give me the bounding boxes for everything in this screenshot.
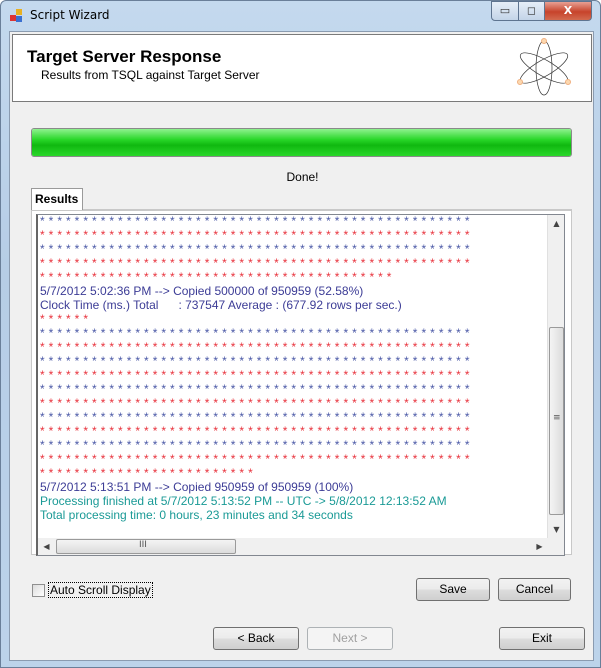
result-line: ****************************************… (40, 242, 474, 256)
progress-fill (32, 129, 571, 156)
result-line: ****************************************… (40, 452, 474, 466)
horizontal-scrollbar[interactable]: ◀ III ▶ (38, 538, 548, 555)
result-line: Processing finished at 5/7/2012 5:13:52 … (40, 494, 447, 508)
result-line: 5/7/2012 5:13:51 PM --> Copied 950959 of… (40, 480, 354, 494)
scroll-right-icon[interactable]: ▶ (531, 538, 548, 555)
wizard-header: Target Server Response Results from TSQL… (12, 34, 592, 102)
save-button[interactable]: Save (416, 578, 490, 601)
scroll-up-icon[interactable]: ▲ (548, 215, 564, 232)
result-line: ****************************************… (40, 410, 474, 424)
exit-button[interactable]: Exit (499, 627, 585, 650)
maximize-button[interactable]: ◻ (518, 1, 545, 21)
result-line: ****************************************… (40, 228, 474, 242)
result-line: ****************************************… (40, 326, 474, 340)
scroll-corner (547, 538, 564, 555)
vertical-scroll-thumb[interactable]: ≡ (549, 327, 564, 515)
back-button[interactable]: < Back (213, 627, 299, 650)
scroll-left-icon[interactable]: ◀ (38, 538, 55, 555)
close-button[interactable]: X (544, 1, 592, 21)
result-line: ****************************************… (40, 354, 474, 368)
minimize-button[interactable]: ▭ (491, 1, 519, 21)
page-subtitle: Results from TSQL against Target Server (41, 68, 260, 82)
cancel-button[interactable]: Cancel (498, 578, 571, 601)
grip-icon: III (139, 540, 147, 550)
auto-scroll-checkbox[interactable] (32, 584, 45, 597)
result-line: ****************************************… (40, 256, 474, 270)
result-line: Total processing time: 0 hours, 23 minut… (40, 508, 353, 522)
next-button: Next > (307, 627, 393, 650)
result-line: ****************************************… (40, 382, 474, 396)
result-line: ************************* (40, 466, 257, 480)
grip-icon: ≡ (553, 413, 561, 423)
horizontal-scroll-thumb[interactable]: III (56, 539, 236, 554)
progress-bar (31, 128, 572, 157)
result-line: ****************************************… (40, 270, 396, 284)
result-line: ****************************************… (40, 340, 474, 354)
vertical-scrollbar[interactable]: ▲ ≡ ▼ (547, 215, 564, 538)
result-line: ****************************************… (40, 396, 474, 410)
result-line: 5/7/2012 5:02:36 PM --> Copied 500000 of… (40, 284, 364, 298)
tab-results[interactable]: Results (31, 188, 83, 210)
result-line: ****************************************… (40, 424, 474, 438)
title-bar[interactable]: Script Wizard ▭ ◻ X (1, 1, 600, 31)
scroll-down-icon[interactable]: ▼ (548, 521, 564, 538)
results-panel: ****************************************… (31, 210, 572, 556)
client-area: Target Server Response Results from TSQL… (9, 31, 594, 661)
page-title: Target Server Response (27, 47, 222, 66)
result-line: ****************************************… (40, 368, 474, 382)
result-line: Clock Time (ms.) Total : 737547 Average … (40, 298, 402, 312)
result-line: ****************************************… (40, 214, 474, 228)
script-wizard-window: Script Wizard ▭ ◻ X Target Server Respon… (0, 0, 601, 668)
results-text: ****************************************… (40, 214, 474, 522)
tab-strip: Results (31, 188, 572, 210)
window-title: Script Wizard (30, 8, 110, 22)
status-text: Done! (286, 170, 319, 184)
atom-icon (517, 38, 571, 96)
app-icon (10, 9, 24, 23)
result-line: ****************************************… (40, 438, 474, 452)
results-textbox[interactable]: ****************************************… (36, 214, 565, 556)
result-line: ****** (40, 312, 93, 326)
auto-scroll-label[interactable]: Auto Scroll Display (48, 582, 153, 598)
